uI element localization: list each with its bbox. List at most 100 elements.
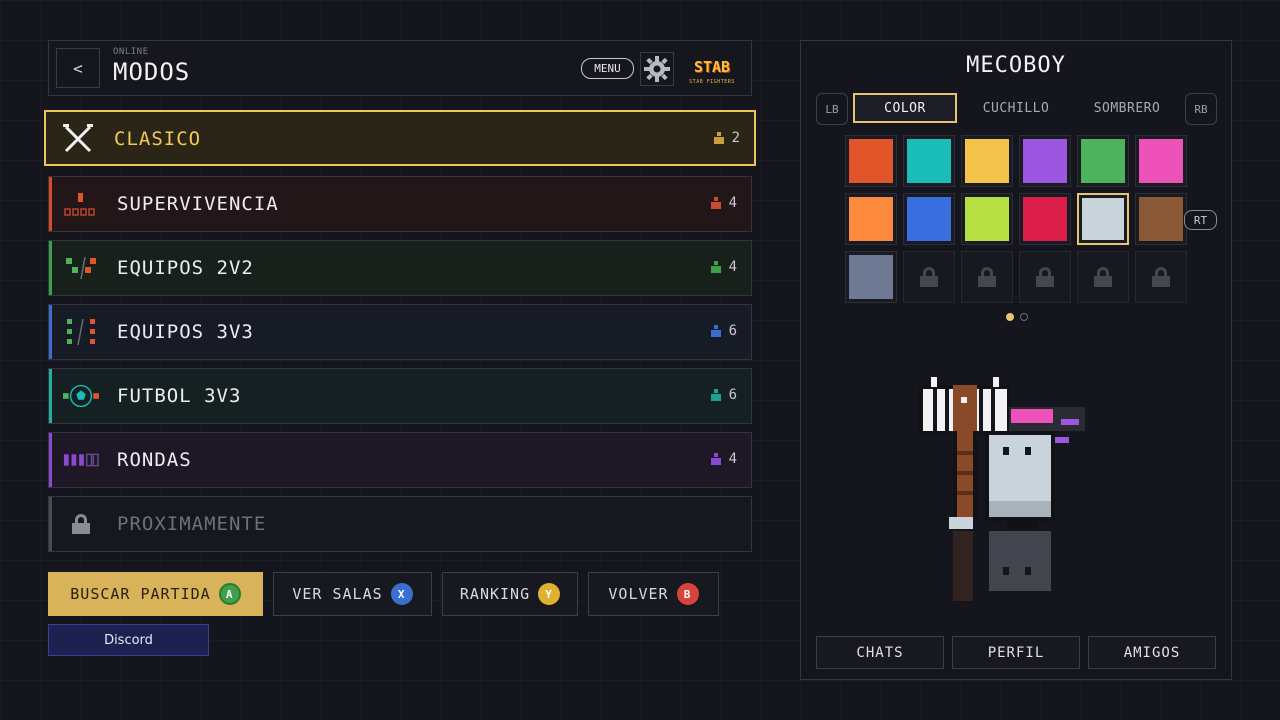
character-preview — [919, 377, 1085, 601]
logo-subtitle: STAB FIGHTERS — [689, 79, 735, 85]
search-match-button[interactable]: BUSCAR PARTIDA A — [48, 572, 263, 616]
x-button-icon: X — [390, 583, 413, 605]
locked-swatch — [1019, 251, 1071, 303]
back-action-button[interactable]: VOLVER B — [588, 572, 719, 616]
color-swatch[interactable] — [903, 135, 955, 187]
mode-item-equipos-3v3[interactable]: EQUIPOS 3V3 6 — [48, 304, 752, 360]
menu-button[interactable]: MENU — [581, 58, 634, 79]
settings-button[interactable] — [640, 52, 674, 86]
teams-3v3-icon — [63, 317, 99, 347]
locked-swatch — [1135, 251, 1187, 303]
mode-label: CLASICO — [114, 128, 202, 150]
locked-swatch — [1077, 251, 1129, 303]
mode-label: EQUIPOS 3V3 — [117, 321, 254, 343]
tab-color[interactable]: COLOR — [853, 93, 957, 123]
player-count-value: 6 — [728, 323, 737, 339]
color-swatch[interactable] — [1019, 135, 1071, 187]
mode-accent-bar — [49, 241, 52, 295]
mode-accent-bar — [49, 497, 52, 551]
ranking-label: RANKING — [459, 585, 531, 603]
page-dot — [1020, 313, 1028, 321]
mode-item-proximamente: PROXIMAMENTE — [48, 496, 752, 552]
back-action-label: VOLVER — [608, 585, 669, 603]
mode-accent-bar — [49, 177, 52, 231]
rb-button[interactable]: RB — [1185, 93, 1217, 125]
color-swatch[interactable] — [1135, 193, 1187, 245]
color-swatch[interactable] — [1019, 193, 1071, 245]
player-icon — [710, 325, 721, 337]
search-match-label: BUSCAR PARTIDA — [70, 585, 211, 603]
lb-button[interactable]: LB — [816, 93, 848, 125]
color-swatch[interactable] — [1135, 135, 1187, 187]
color-swatch[interactable] — [845, 193, 897, 245]
locked-swatch — [961, 251, 1013, 303]
survival-icon — [63, 189, 99, 219]
lock-icon — [920, 267, 938, 287]
lock-icon — [1036, 267, 1054, 287]
color-swatch[interactable] — [903, 193, 955, 245]
page-indicator — [1006, 313, 1028, 321]
color-swatch[interactable] — [1077, 135, 1129, 187]
player-count-value: 6 — [728, 387, 737, 403]
player-icon — [713, 132, 724, 144]
locked-swatch — [903, 251, 955, 303]
mode-item-supervivencia[interactable]: SUPERVIVENCIA 4 — [48, 176, 752, 232]
mode-label: RONDAS — [117, 449, 192, 471]
player-icon — [710, 197, 721, 209]
rt-button[interactable]: RT — [1184, 210, 1217, 230]
crossed-swords-icon — [60, 124, 96, 154]
player-name: MECOBOY — [966, 53, 1066, 78]
mode-item-equipos-2v2[interactable]: EQUIPOS 2V2 4 — [48, 240, 752, 296]
teams-2v2-icon — [63, 253, 99, 283]
lock-icon — [1094, 267, 1112, 287]
y-button-icon: Y — [538, 583, 561, 605]
logo-title: STAB — [693, 58, 731, 76]
color-swatch[interactable] — [961, 193, 1013, 245]
customization-tabs: LB COLOR CUCHILLO SOMBRERO RB — [816, 93, 1217, 125]
profile-button[interactable]: PERFIL — [952, 636, 1080, 669]
page-dot-active — [1006, 313, 1014, 321]
mode-item-rondas[interactable]: RONDAS 4 — [48, 432, 752, 488]
player-count-value: 4 — [728, 451, 737, 467]
ranking-button[interactable]: RANKING Y — [442, 572, 578, 616]
player-count: 6 — [710, 323, 737, 339]
tab-hat[interactable]: SOMBRERO — [1074, 93, 1180, 123]
player-count-value: 2 — [731, 130, 740, 146]
lock-icon — [1152, 267, 1170, 287]
tab-knife[interactable]: CUCHILLO — [964, 93, 1068, 123]
player-count: 4 — [710, 451, 737, 467]
player-count: 4 — [710, 259, 737, 275]
lock-icon — [978, 267, 996, 287]
mode-item-clasico[interactable]: CLASICO 2 — [44, 110, 756, 166]
mode-label: EQUIPOS 2V2 — [117, 257, 254, 279]
mode-accent-bar — [49, 369, 52, 423]
chevron-left-icon: < — [73, 58, 83, 78]
mode-accent-bar — [49, 305, 52, 359]
view-rooms-button[interactable]: VER SALAS X — [273, 572, 432, 616]
player-icon — [710, 453, 721, 465]
header-bar: < ONLINE MODOS MENU STAB STAB FIGHTERS — [48, 40, 752, 96]
player-count-value: 4 — [728, 259, 737, 275]
rounds-icon — [63, 445, 99, 475]
color-swatch-selected[interactable] — [1077, 193, 1129, 245]
gear-icon — [644, 56, 670, 82]
lock-icon — [63, 509, 99, 539]
player-count-value: 4 — [728, 195, 737, 211]
discord-button[interactable]: Discord — [48, 624, 209, 656]
page-subtitle: ONLINE — [113, 47, 149, 57]
color-swatch[interactable] — [845, 251, 897, 303]
a-button-icon: A — [218, 583, 241, 605]
player-icon — [710, 389, 721, 401]
view-rooms-label: VER SALAS — [292, 585, 383, 603]
mode-label: FUTBOL 3V3 — [117, 385, 242, 407]
chats-button[interactable]: CHATS — [816, 636, 944, 669]
customization-panel: MECOBOY LB COLOR CUCHILLO SOMBRERO RB RT — [800, 40, 1232, 680]
friends-button[interactable]: AMIGOS — [1088, 636, 1216, 669]
color-swatch[interactable] — [961, 135, 1013, 187]
player-count: 2 — [713, 130, 740, 146]
back-button[interactable]: < — [56, 48, 100, 88]
mode-item-futbol-3v3[interactable]: FUTBOL 3V3 6 — [48, 368, 752, 424]
color-swatch[interactable] — [845, 135, 897, 187]
player-count: 4 — [710, 195, 737, 211]
mode-label: PROXIMAMENTE — [117, 513, 267, 535]
